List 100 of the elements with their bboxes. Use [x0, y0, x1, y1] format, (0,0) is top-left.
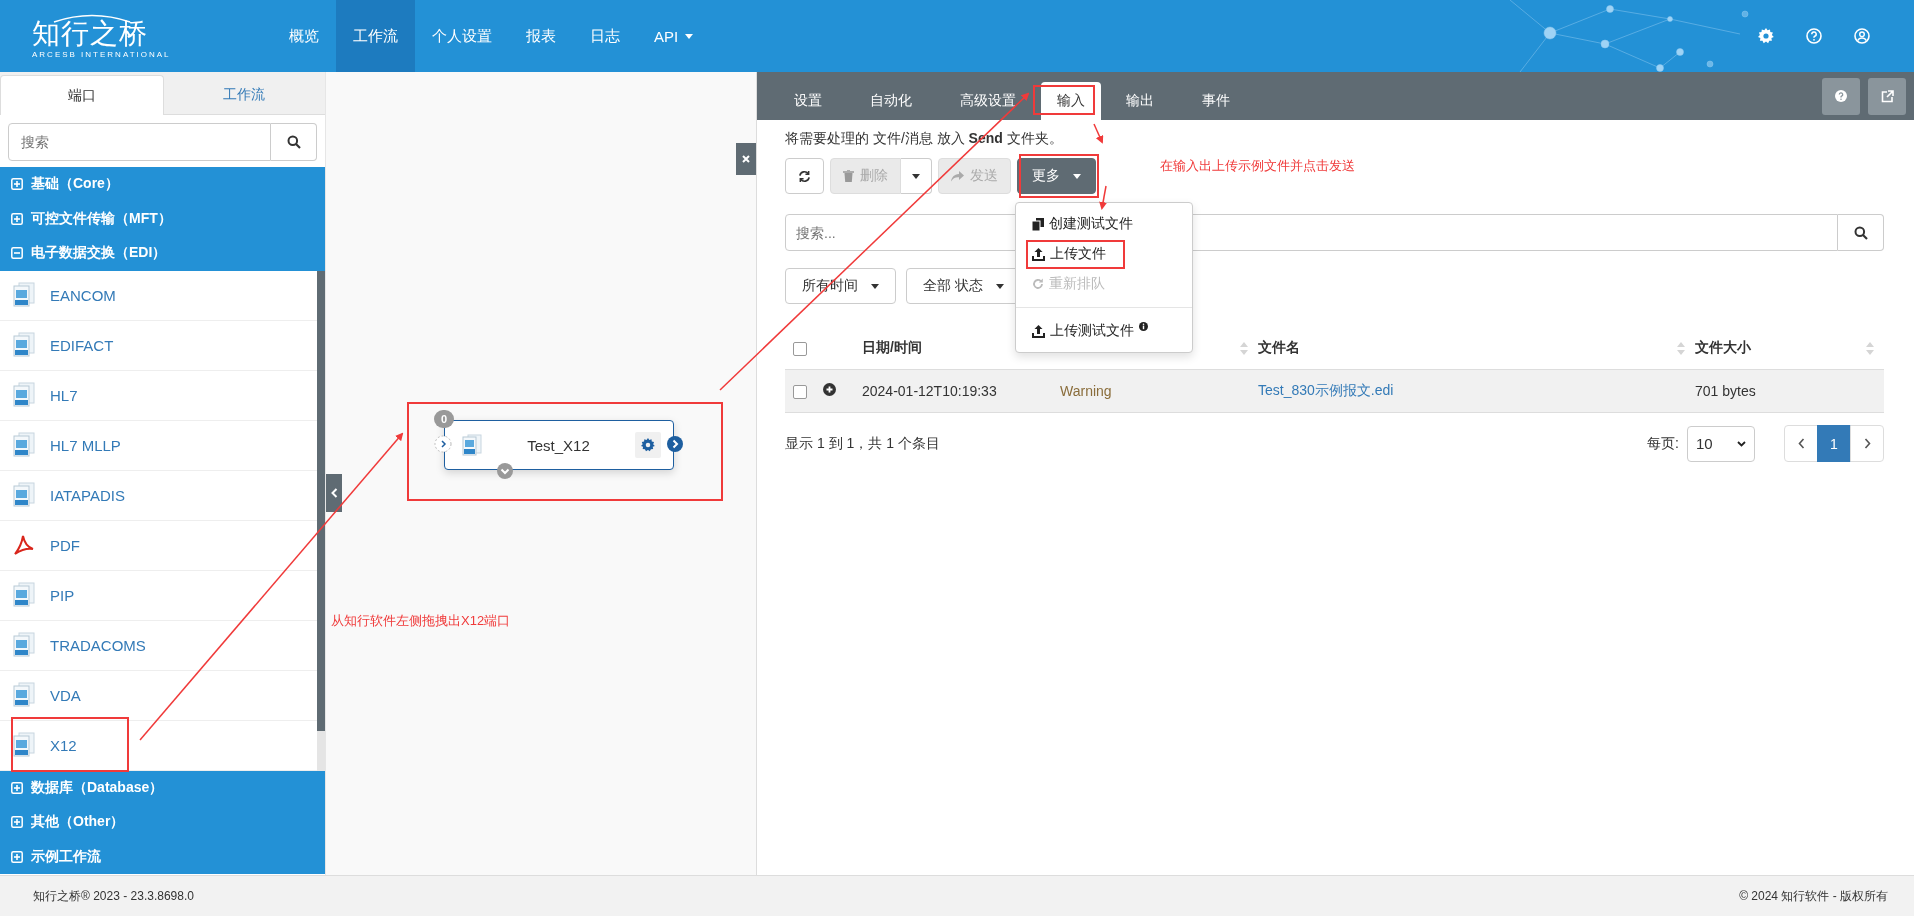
nav-link[interactable]: API — [637, 0, 711, 72]
table-cell: Warning — [1060, 383, 1112, 399]
expand-port-icon[interactable] — [497, 463, 513, 479]
more-button[interactable]: 更多 — [1017, 158, 1096, 194]
connector-item[interactable]: EANCOM — [0, 270, 317, 321]
highlight-box — [1033, 85, 1095, 115]
table-row[interactable]: 2024-01-12T10:19:33 Warning Test_830示例报文.edi 701 bytes — [785, 370, 1884, 413]
page-button[interactable]: 1 — [1817, 425, 1851, 462]
annotation-text: 从知行软件左侧拖拽出X12端口 — [331, 612, 511, 630]
refresh-icon — [798, 169, 811, 183]
page-size-label: 每页: — [1647, 434, 1679, 453]
search-button[interactable] — [271, 123, 317, 161]
document-icon — [12, 332, 36, 358]
logo-subtitle: ARCESB INTERNATIONAL — [32, 50, 172, 60]
nav-link[interactable]: 报表 — [509, 0, 573, 72]
node-title: Test_X12 — [526, 436, 591, 454]
caret-icon — [1073, 173, 1081, 179]
connector-item[interactable]: HL7 MLLP — [0, 420, 317, 471]
checkbox[interactable] — [793, 385, 807, 400]
group-header[interactable]: 示例工作流 — [0, 839, 325, 874]
help-button[interactable] — [1822, 77, 1860, 115]
connector-item[interactable]: EDIFACT — [0, 320, 317, 371]
expand-row-icon[interactable] — [823, 383, 836, 396]
document-icon — [12, 732, 36, 758]
chevron-left-icon — [330, 488, 338, 498]
refresh-button[interactable] — [785, 158, 824, 194]
collapse-handle[interactable] — [326, 474, 342, 512]
external-link-icon — [1880, 89, 1894, 103]
group-header[interactable]: 电子数据交换（EDI） — [0, 236, 325, 271]
nav-link[interactable]: 工作流 — [336, 0, 415, 72]
version-text: 知行之桥® 2023 - 23.3.8698.0 — [33, 887, 194, 905]
user-icon[interactable] — [1854, 28, 1870, 44]
search-icon — [1853, 225, 1868, 240]
panel-tab[interactable]: 高级设置 — [937, 82, 1039, 120]
upload-icon — [1032, 247, 1045, 261]
toggle-icon — [11, 178, 23, 191]
acrobat-icon — [12, 533, 36, 557]
column-header[interactable]: 日期/时间 — [862, 339, 922, 357]
connector-item[interactable]: X12 — [0, 720, 317, 771]
table-cell: 2024-01-12T10:19:33 — [862, 383, 997, 399]
close-icon — [742, 155, 750, 163]
upload-icon — [1032, 324, 1045, 338]
connector-item[interactable]: VDA — [0, 670, 317, 721]
input-port-icon[interactable] — [434, 435, 452, 453]
checkbox[interactable] — [793, 342, 807, 357]
group-header[interactable]: 可控文件传输（MFT） — [0, 201, 325, 236]
column-header[interactable]: 文件大小 — [1695, 339, 1751, 357]
page-size-select[interactable]: 10 — [1687, 425, 1755, 462]
connector-item[interactable]: PIP — [0, 570, 317, 621]
document-icon — [12, 382, 36, 408]
caret-icon — [912, 173, 920, 179]
previous-page-button[interactable] — [1784, 425, 1818, 462]
toggle-icon — [11, 850, 23, 863]
menu-item[interactable]: 上传测试文件 — [1016, 316, 1192, 346]
connector-item[interactable]: IATAPADIS — [0, 470, 317, 521]
toggle-icon — [11, 247, 23, 260]
document-icon — [12, 582, 36, 608]
close-button[interactable] — [736, 143, 756, 175]
nav-link[interactable]: 个人设置 — [415, 0, 509, 72]
document-icon — [12, 482, 36, 508]
chevron-down-icon — [1737, 440, 1746, 447]
group-header[interactable]: 基础（Core） — [0, 167, 325, 202]
share-arrow-icon — [951, 170, 964, 182]
search-field[interactable]: 搜索 — [8, 123, 271, 161]
file-link[interactable]: Test_830示例报文.edi — [1258, 382, 1394, 398]
nav-link[interactable]: 日志 — [573, 0, 637, 72]
sidebar-tab[interactable]: 端口 — [0, 75, 164, 115]
external-link-button[interactable] — [1868, 77, 1906, 115]
document-icon — [12, 282, 36, 308]
copy-icon — [1032, 217, 1044, 231]
chevron-right-icon — [1863, 438, 1871, 449]
filter-dropdown[interactable]: 所有时间 — [785, 268, 896, 304]
logo-name: 知行之桥 — [32, 18, 149, 50]
caret-icon — [871, 283, 879, 289]
redo-icon — [1032, 278, 1044, 290]
trash-icon — [843, 170, 854, 182]
scrollbar[interactable] — [317, 270, 325, 771]
group-header[interactable]: 数据库（Database） — [0, 770, 325, 805]
help-icon[interactable] — [1806, 28, 1822, 44]
output-port-icon[interactable] — [667, 436, 683, 452]
document-icon — [462, 434, 482, 456]
toggle-icon — [11, 781, 23, 794]
panel-tab[interactable]: 事件 — [1179, 82, 1253, 120]
connector-item[interactable]: HL7 — [0, 370, 317, 421]
info-icon — [1139, 322, 1148, 331]
table-cell: 701 bytes — [1695, 383, 1756, 399]
panel-tab[interactable]: 输出 — [1103, 82, 1177, 120]
annotation-arrow — [1093, 123, 1104, 144]
settings-button[interactable] — [635, 432, 661, 458]
search-button[interactable] — [1838, 214, 1884, 251]
panel-tab[interactable]: 自动化 — [847, 82, 935, 120]
settings-icon[interactable] — [1758, 28, 1774, 44]
dropdown-toggle[interactable] — [901, 158, 932, 194]
connector-item[interactable]: TRADACOMS — [0, 620, 317, 671]
document-icon — [12, 632, 36, 658]
nav-link[interactable]: 概览 — [272, 0, 336, 72]
panel-tab[interactable]: 设置 — [771, 82, 845, 120]
column-header[interactable]: 文件名 — [1258, 339, 1300, 357]
group-header[interactable]: 其他（Other） — [0, 805, 325, 840]
sidebar-tab[interactable]: 工作流 — [163, 75, 325, 114]
